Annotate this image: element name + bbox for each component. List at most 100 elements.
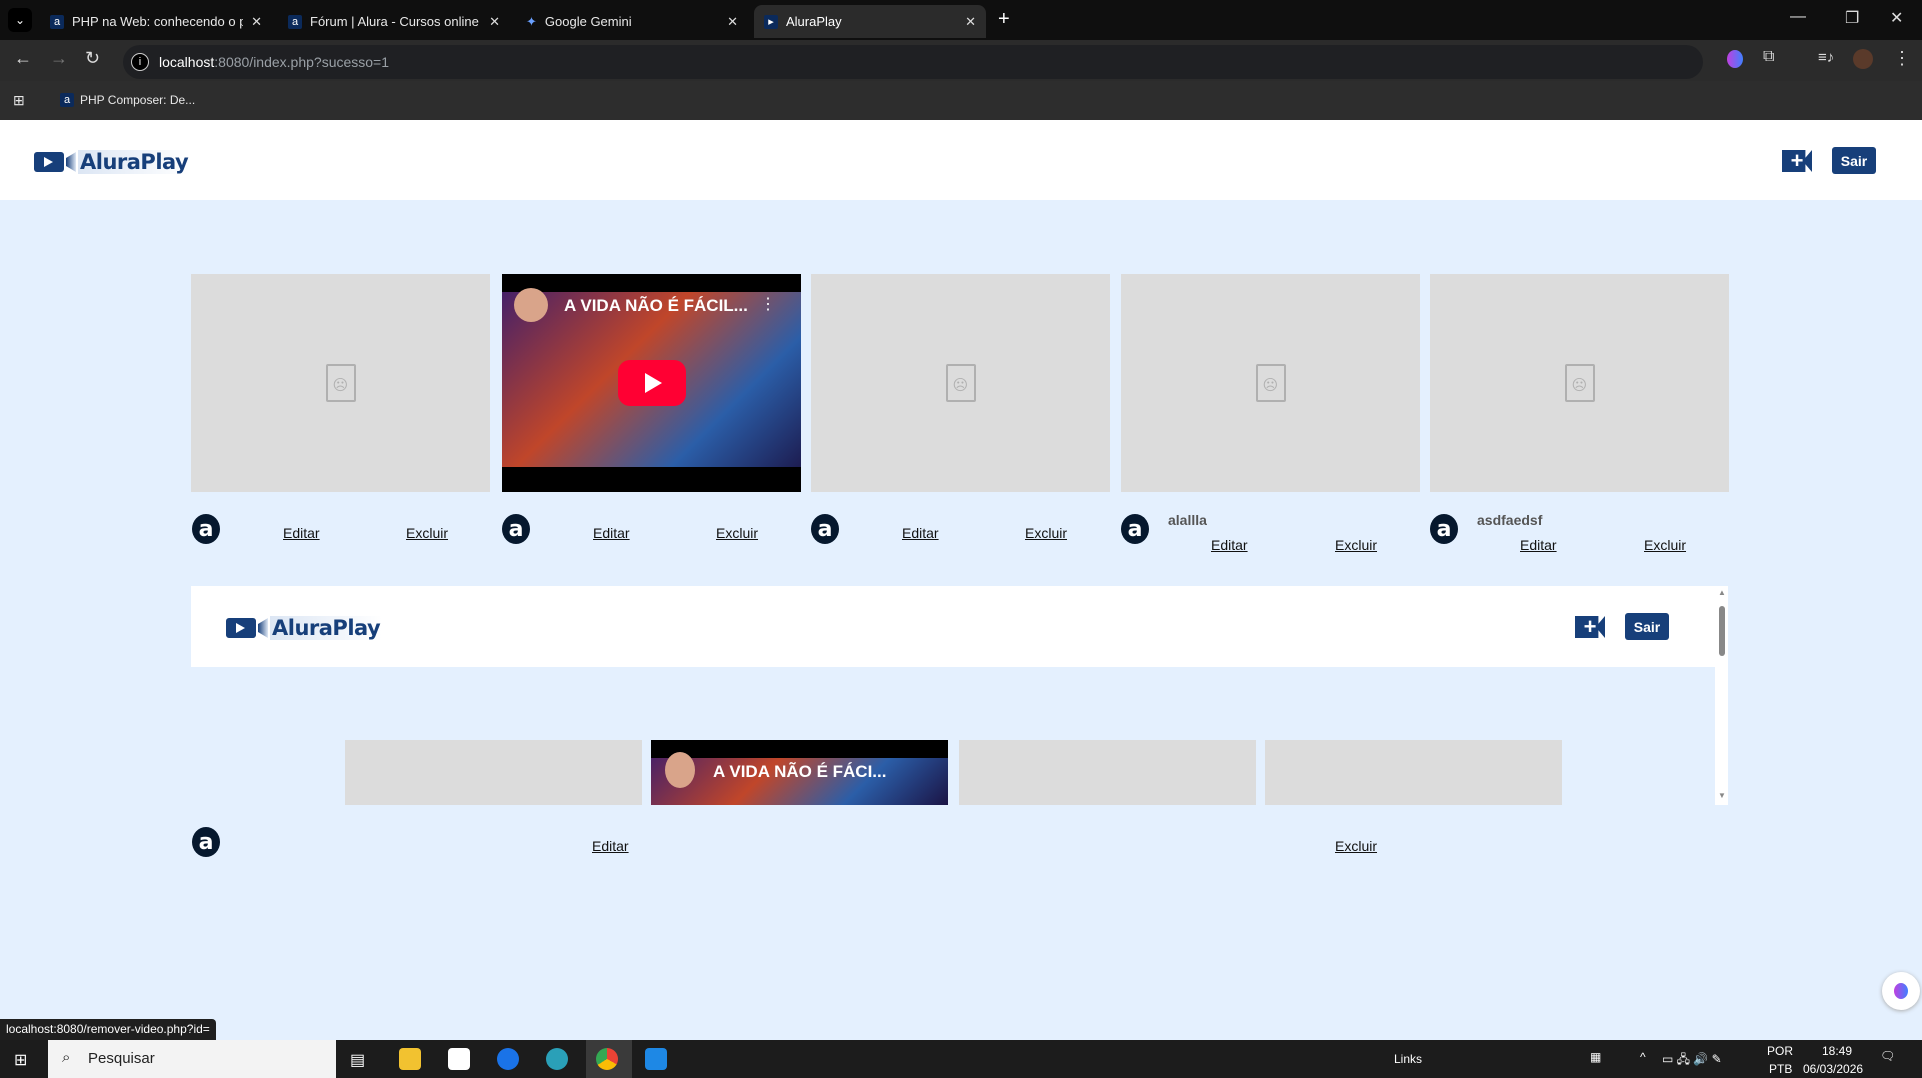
- store-icon[interactable]: [448, 1048, 470, 1070]
- tab-google-gemini[interactable]: ✦ Google Gemini ✕: [516, 5, 748, 38]
- youtube-play-button[interactable]: [618, 360, 686, 406]
- widgets-icon[interactable]: ▦: [1590, 1050, 1601, 1064]
- tab-php-na-web[interactable]: a PHP na Web: conhecendo o pa ✕: [40, 5, 272, 38]
- embedded-header: AluraPlay + Sair: [191, 586, 1715, 667]
- video-card-4[interactable]: [1121, 274, 1420, 492]
- tab-bar: ⌄ a PHP na Web: conhecendo o pa ✕ a Fórum |…: [0, 0, 1922, 40]
- forward-icon[interactable]: →: [50, 48, 68, 69]
- embedded-video-card[interactable]: [345, 740, 642, 805]
- broken-image-icon: [325, 364, 356, 402]
- delete-link[interactable]: Excluir: [1644, 537, 1686, 553]
- alura-avatar-icon: a: [192, 827, 220, 857]
- video-card-3[interactable]: [811, 274, 1110, 492]
- close-window-button[interactable]: ✕: [1890, 8, 1903, 28]
- edit-link[interactable]: Editar: [1520, 537, 1557, 553]
- edit-link[interactable]: Editar: [902, 525, 939, 541]
- alura-avatar-icon: a: [1430, 514, 1458, 544]
- extensions-icon[interactable]: ⧉: [1763, 48, 1774, 66]
- embedded-video-card[interactable]: [959, 740, 1256, 805]
- chrome-icon[interactable]: [596, 1048, 618, 1070]
- edit-link[interactable]: Editar: [283, 525, 320, 541]
- extension-brain-icon[interactable]: [1727, 50, 1743, 68]
- apps-grid-icon[interactable]: ⊞: [13, 92, 25, 109]
- floating-assistant-button[interactable]: [1882, 972, 1920, 1010]
- alura-avatar-icon: a: [1121, 514, 1149, 544]
- clock-date[interactable]: 06/03/2026: [1803, 1062, 1863, 1076]
- alura-avatar-icon: a: [502, 514, 530, 544]
- tab-forum-alura[interactable]: a Fórum | Alura - Cursos online d ✕: [278, 5, 510, 38]
- delete-link[interactable]: Excluir: [1335, 537, 1377, 553]
- embedded-video-card[interactable]: [1265, 740, 1562, 805]
- taskbar-search[interactable]: ⌕ Pesquisar: [48, 1040, 336, 1078]
- delete-link[interactable]: Excluir: [1025, 525, 1067, 541]
- close-tab-icon[interactable]: ✕: [251, 14, 262, 30]
- profile-avatar[interactable]: [1853, 49, 1873, 69]
- notifications-icon[interactable]: 🗨: [1880, 1049, 1895, 1063]
- task-view-icon[interactable]: ▤: [350, 1050, 365, 1070]
- alura-avatar-icon: a: [192, 514, 220, 544]
- aluraplay-favicon-icon: ▸: [764, 14, 778, 29]
- close-tab-icon[interactable]: ✕: [489, 14, 500, 30]
- alura-favicon-icon: a: [60, 93, 74, 107]
- tray-icons[interactable]: ▭ 🖧 🔊 ✎: [1662, 1050, 1722, 1071]
- channel-avatar[interactable]: [514, 288, 548, 322]
- logout-button[interactable]: Sair: [1625, 613, 1669, 640]
- scrollbar[interactable]: ▲ ▼: [1715, 586, 1728, 805]
- taskbar: ⊞ ⌕ Pesquisar ▤ Links ▦ ^ ▭ 🖧 🔊 ✎ POR PTB…: [0, 1040, 1922, 1078]
- links-toolbar[interactable]: Links: [1394, 1052, 1422, 1066]
- outlook-icon[interactable]: [497, 1048, 519, 1070]
- edit-link[interactable]: Editar: [593, 525, 630, 541]
- menu-icon[interactable]: ⋮: [1893, 48, 1911, 69]
- broken-image-icon: [1255, 364, 1286, 402]
- video-card-1[interactable]: [191, 274, 490, 492]
- alura-favicon-icon: a: [288, 14, 302, 29]
- delete-link[interactable]: Excluir: [716, 525, 758, 541]
- embedded-page-frame[interactable]: AluraPlay + Sair A VIDA NÃO É FÁCI... ▲ …: [191, 586, 1728, 805]
- url-bar[interactable]: i localhost:8080/index.php?sucesso=1: [123, 45, 1703, 79]
- camera-icon: [226, 618, 256, 638]
- delete-link[interactable]: Excluir: [1335, 838, 1377, 854]
- language-indicator[interactable]: POR: [1767, 1044, 1793, 1058]
- tab-aluraplay[interactable]: ▸ AluraPlay ✕: [754, 5, 986, 38]
- site-header: AluraPlay + Sair: [0, 120, 1922, 200]
- video-title: asdfaedsf: [1477, 512, 1543, 528]
- file-explorer-icon[interactable]: [399, 1048, 421, 1070]
- minimize-button[interactable]: —: [1790, 8, 1806, 26]
- reload-icon[interactable]: ↻: [85, 48, 100, 69]
- windows-start-icon[interactable]: ⊞: [14, 1050, 27, 1070]
- aluraplay-logo[interactable]: AluraPlay: [226, 616, 383, 640]
- restore-button[interactable]: ❐: [1845, 8, 1859, 28]
- close-tab-icon[interactable]: ✕: [965, 14, 976, 30]
- tray-chevron-icon[interactable]: ^: [1640, 1050, 1646, 1064]
- add-video-icon[interactable]: +: [1575, 616, 1605, 638]
- edge-icon[interactable]: [546, 1048, 568, 1070]
- delete-link[interactable]: Excluir: [406, 525, 448, 541]
- new-tab-button[interactable]: +: [998, 8, 1010, 31]
- back-icon[interactable]: ←: [14, 48, 32, 69]
- logout-button[interactable]: Sair: [1832, 147, 1876, 174]
- video-embed-title[interactable]: A VIDA NÃO É FÁCIL...: [564, 296, 748, 316]
- close-tab-icon[interactable]: ✕: [727, 14, 738, 30]
- more-options-icon[interactable]: ⋮: [760, 294, 776, 314]
- tab-search-button[interactable]: ⌄: [8, 8, 32, 32]
- embedded-youtube-card[interactable]: A VIDA NÃO É FÁCI...: [651, 740, 948, 805]
- edit-link[interactable]: Editar: [1211, 537, 1248, 553]
- video-card-5[interactable]: [1430, 274, 1729, 492]
- site-info-icon[interactable]: i: [131, 53, 149, 71]
- alura-favicon-icon: a: [50, 14, 64, 29]
- bookmark-php-composer[interactable]: a PHP Composer: De...: [60, 93, 195, 107]
- alura-avatar-icon: a: [811, 514, 839, 544]
- video-title: alallla: [1168, 512, 1207, 528]
- scrollbar-thumb[interactable]: [1719, 606, 1725, 656]
- vscode-icon[interactable]: [645, 1048, 667, 1070]
- edit-link[interactable]: Editar: [592, 838, 629, 854]
- search-icon: ⌕: [62, 1049, 71, 1066]
- broken-image-icon: [945, 364, 976, 402]
- bookmarks-bar: ⊞ a PHP Composer: De...: [0, 81, 1922, 120]
- media-control-icon[interactable]: ≡♪: [1818, 49, 1834, 66]
- clock-time[interactable]: 18:49: [1822, 1044, 1852, 1058]
- add-video-icon[interactable]: +: [1782, 150, 1812, 172]
- aluraplay-logo[interactable]: AluraPlay: [34, 150, 191, 174]
- gemini-favicon-icon: ✦: [526, 13, 537, 29]
- video-card-2-youtube-embed[interactable]: A VIDA NÃO É FÁCIL... ⋮: [502, 274, 801, 492]
